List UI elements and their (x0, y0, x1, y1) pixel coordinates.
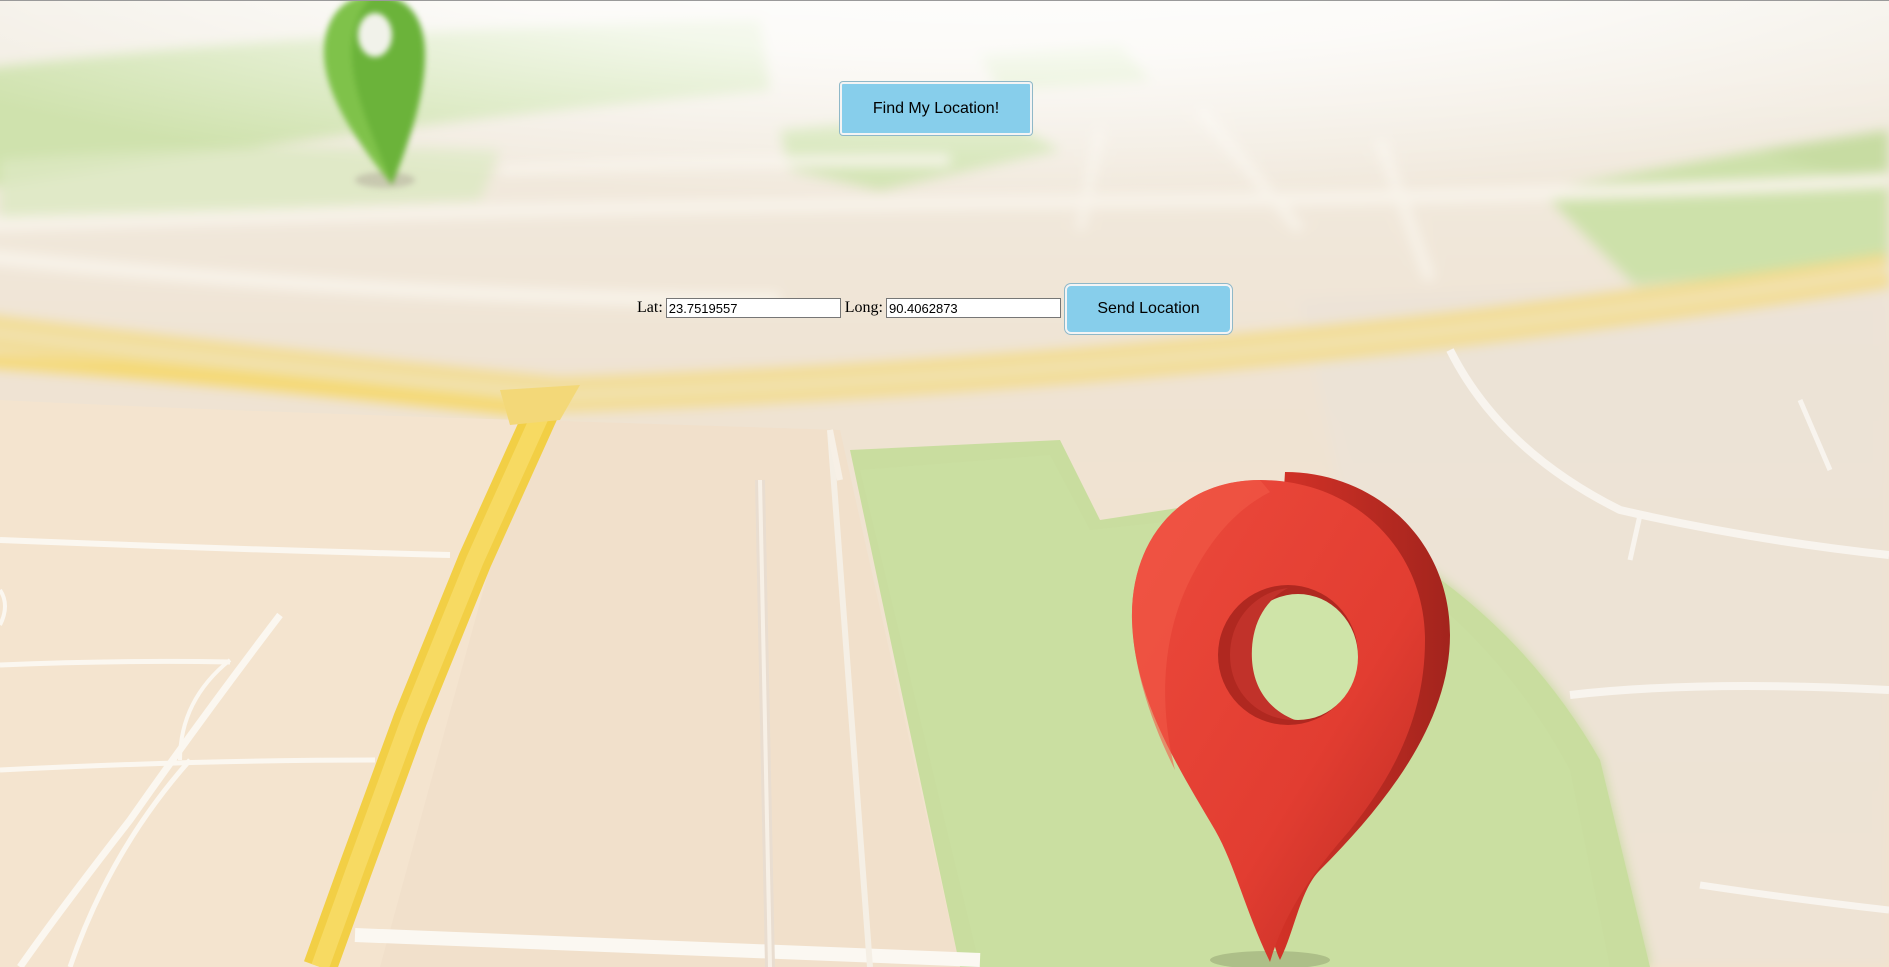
longitude-input[interactable] (885, 298, 1061, 318)
window-top-border (0, 0, 1889, 1)
latitude-input[interactable] (665, 298, 841, 318)
find-my-location-button[interactable]: Find My Location! (840, 82, 1032, 135)
map-pin-icon (1131, 472, 1450, 967)
map-background (0, 0, 1889, 967)
map-top-fade (0, 0, 1889, 967)
map-pin-icon (324, 0, 425, 188)
longitude-label: Long: (844, 299, 883, 316)
coordinates-form: Lat: Long: (637, 298, 1065, 318)
latitude-label: Lat: (637, 299, 663, 316)
send-location-button[interactable]: Send Location (1065, 284, 1232, 334)
location-page: Find My Location! Lat: Long: Send Locati… (0, 0, 1889, 967)
